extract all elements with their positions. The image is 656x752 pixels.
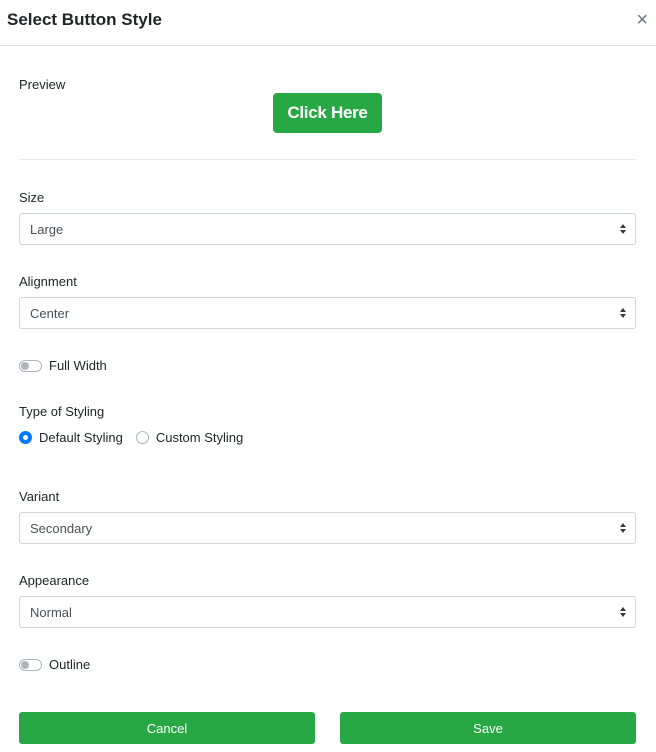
radio-default-styling-input[interactable]: [19, 431, 32, 444]
variant-label: Variant: [19, 489, 60, 504]
radio-custom-styling-label: Custom Styling: [155, 430, 244, 445]
select-arrows-icon: [620, 308, 626, 318]
save-button[interactable]: Save: [340, 712, 636, 744]
divider: [19, 159, 636, 160]
appearance-select-value: Normal: [30, 604, 72, 620]
full-width-toggle-row[interactable]: Full Width: [19, 358, 107, 373]
select-arrows-icon: [620, 523, 626, 533]
modal-title: Select Button Style: [7, 10, 162, 29]
size-select-value: Large: [30, 221, 64, 237]
outline-label: Outline: [49, 657, 91, 672]
radio-custom-styling-input[interactable]: [135, 431, 149, 444]
modal-header: Select Button Style ×: [0, 0, 656, 46]
full-width-toggle[interactable]: [19, 359, 42, 372]
full-width-label: Full Width: [49, 358, 107, 373]
select-arrows-icon: [620, 224, 626, 234]
styling-type-label: Type of Styling: [19, 404, 105, 419]
size-label: Size: [19, 190, 45, 205]
toggle-knob: [21, 660, 29, 669]
preview-button: Click Here: [273, 93, 382, 133]
radio-custom-styling[interactable]: Custom Styling: [135, 430, 244, 445]
appearance-select[interactable]: Normal: [19, 596, 636, 628]
alignment-label: Alignment: [19, 274, 77, 289]
close-icon[interactable]: ×: [636, 10, 648, 30]
cancel-button[interactable]: Cancel: [19, 712, 315, 744]
variant-select[interactable]: Secondary: [19, 512, 636, 544]
radio-default-styling-label: Default Styling: [39, 430, 123, 445]
variant-select-value: Secondary: [30, 520, 93, 536]
size-select[interactable]: Large: [19, 213, 636, 245]
toggle-knob: [21, 361, 29, 370]
outline-toggle-row[interactable]: Outline: [19, 657, 90, 672]
alignment-select-value: Center: [30, 305, 70, 321]
radio-default-styling[interactable]: Default Styling: [19, 430, 123, 445]
outline-toggle[interactable]: [19, 658, 42, 671]
select-arrows-icon: [620, 607, 626, 617]
styling-type-radio-group: Default Styling Custom Styling: [19, 430, 256, 445]
preview-label: Preview: [19, 77, 66, 92]
appearance-label: Appearance: [19, 573, 90, 588]
alignment-select[interactable]: Center: [19, 297, 636, 329]
select-button-style-modal: Select Button Style × Preview Click Here…: [0, 0, 656, 752]
